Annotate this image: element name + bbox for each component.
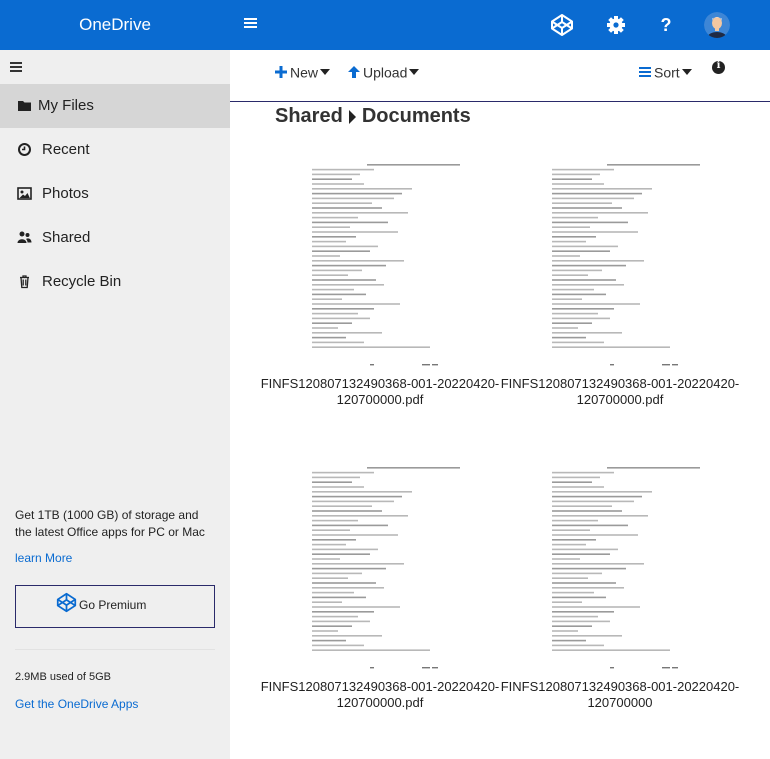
user-avatar[interactable] bbox=[704, 12, 730, 38]
file-tile[interactable]: FINFS120807132490368-001-20220420-120700… bbox=[260, 461, 500, 731]
get-apps-link[interactable]: Get the OneDrive Apps bbox=[15, 697, 138, 711]
upload-arrow-icon bbox=[348, 66, 360, 79]
sidebar-item-shared[interactable]: Shared bbox=[0, 216, 230, 260]
sidebar-divider bbox=[15, 649, 215, 650]
pdf-thumbnail bbox=[540, 461, 700, 676]
pdf-thumbnail bbox=[540, 158, 700, 373]
file-tile[interactable]: FINFS120807132490368-001-20220420-120700… bbox=[260, 158, 500, 428]
breadcrumb-shared[interactable]: Shared bbox=[275, 105, 343, 127]
folder-icon bbox=[17, 98, 32, 113]
trash-icon bbox=[17, 274, 32, 289]
breadcrumb: Shared Documents bbox=[275, 105, 471, 131]
file-name: FINFS120807132490368-001-20220420-120700… bbox=[500, 376, 740, 407]
file-name: FINFS120807132490368-001-20220420-120700… bbox=[500, 679, 740, 710]
sidebar-item-label: Shared bbox=[42, 229, 91, 246]
learn-more-link[interactable]: learn More bbox=[15, 551, 72, 565]
file-name: FINFS120807132490368-001-20220420-120700… bbox=[260, 679, 500, 710]
sort-label: Sort bbox=[654, 64, 680, 81]
clock-icon bbox=[17, 142, 32, 157]
sidebar-collapse-icon[interactable] bbox=[10, 62, 22, 74]
new-button[interactable]: New bbox=[275, 63, 331, 81]
sidebar-item-recycle-bin[interactable]: Recycle Bin bbox=[0, 260, 230, 304]
upload-label: Upload bbox=[363, 64, 408, 81]
upload-button[interactable]: Upload bbox=[348, 63, 420, 81]
top-bar: OneDrive ? bbox=[0, 0, 770, 50]
help-icon[interactable]: ? bbox=[654, 13, 678, 37]
list-icon bbox=[639, 66, 651, 78]
pdf-thumbnail bbox=[300, 461, 460, 676]
codepen-icon bbox=[56, 592, 77, 613]
file-name: FINFS120807132490368-001-20220420-120700… bbox=[260, 376, 500, 407]
menu-toggle-icon[interactable] bbox=[244, 18, 257, 32]
new-label: New bbox=[290, 64, 319, 81]
caret-down-icon bbox=[681, 69, 692, 76]
caret-down-icon bbox=[320, 69, 331, 76]
storage-promo-text: Get 1TB (1000 GB) of storage and the lat… bbox=[15, 508, 205, 539]
command-bar: New Upload Sort bbox=[230, 50, 770, 102]
info-icon[interactable] bbox=[712, 60, 725, 74]
image-icon bbox=[17, 186, 32, 201]
breadcrumb-separator-icon bbox=[348, 109, 356, 124]
go-premium-label: Go Premium bbox=[79, 598, 147, 612]
share-icon bbox=[17, 230, 32, 245]
sort-button[interactable]: Sort bbox=[639, 63, 692, 81]
codepen-icon[interactable] bbox=[550, 13, 574, 37]
sidebar-item-my-files[interactable]: My Files bbox=[0, 84, 230, 128]
go-premium-button[interactable]: Go Premium bbox=[15, 585, 215, 628]
gear-icon[interactable] bbox=[604, 13, 628, 37]
breadcrumb-documents: Documents bbox=[361, 105, 471, 128]
file-tile[interactable]: FINFS120807132490368-001-20220420-120700… bbox=[500, 158, 740, 428]
sidebar: My Files Recent Photos Shared Recycle Bi… bbox=[0, 50, 230, 759]
pdf-thumbnail bbox=[300, 158, 460, 373]
sidebar-item-label: Recent bbox=[42, 141, 90, 158]
sidebar-item-label: Photos bbox=[42, 185, 89, 202]
app-title[interactable]: OneDrive bbox=[0, 0, 230, 50]
caret-down-icon bbox=[409, 69, 420, 76]
file-tile[interactable]: FINFS120807132490368-001-20220420-120700… bbox=[500, 461, 740, 731]
sidebar-item-label: Recycle Bin bbox=[42, 273, 122, 290]
sidebar-item-photos[interactable]: Photos bbox=[0, 172, 230, 216]
sidebar-item-recent[interactable]: Recent bbox=[0, 128, 230, 172]
sidebar-item-label: My Files bbox=[38, 97, 94, 114]
plus-icon bbox=[275, 66, 287, 79]
storage-usage: 2.9MB used of 5GB bbox=[15, 671, 111, 683]
